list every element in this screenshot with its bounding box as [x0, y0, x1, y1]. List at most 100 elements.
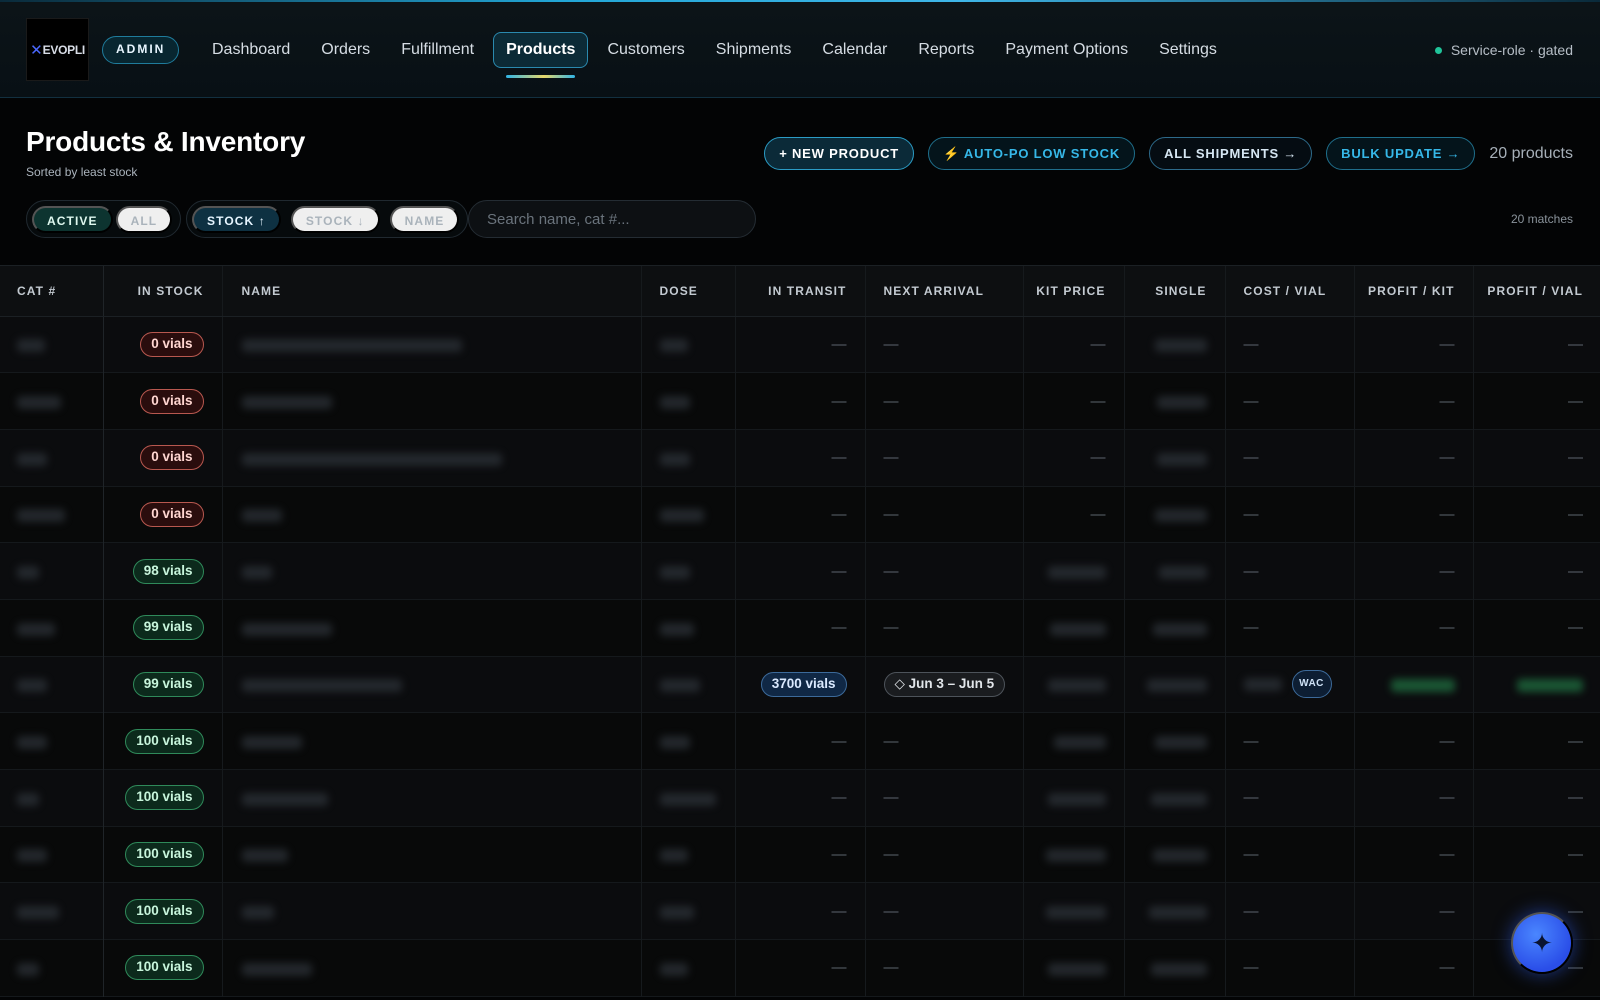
- column-header-cat[interactable]: CAT #: [0, 266, 104, 317]
- in-transit-cell: —: [735, 372, 866, 430]
- nav-item-shipments[interactable]: Shipments: [704, 32, 804, 68]
- table-row[interactable]: 98 vials — — — — —: [0, 542, 1600, 600]
- product-name-redacted: [241, 735, 302, 749]
- nav-item-products[interactable]: Products: [493, 32, 589, 78]
- profit-per-vial-empty: —: [1568, 335, 1583, 353]
- table-row[interactable]: 0 vials — — — — — —: [0, 372, 1600, 430]
- nav-item-orders[interactable]: Orders: [309, 32, 382, 68]
- cat-number-cell: [0, 712, 104, 770]
- profit-per-vial-cell: —: [1473, 770, 1600, 827]
- nav-item-payment-options[interactable]: Payment Options: [993, 32, 1140, 68]
- name-cell: [222, 712, 642, 770]
- product-name-redacted: [241, 509, 282, 523]
- single-price-redacted: [1148, 906, 1207, 920]
- product-count: 20 products: [1489, 144, 1573, 162]
- column-header-profit-per-kit[interactable]: PROFIT / KIT: [1354, 266, 1474, 317]
- sort-stock-asc-button[interactable]: STOCK ↑: [192, 205, 281, 233]
- assistant-fab-button[interactable]: ✦: [1511, 912, 1573, 974]
- table-row[interactable]: 100 vials — — — — —: [0, 769, 1600, 827]
- nav-item-fulfillment[interactable]: Fulfillment: [389, 32, 486, 68]
- main-nav: Dashboard Orders Fulfillment Products Cu…: [200, 32, 1236, 78]
- profit-per-kit-empty: —: [1439, 902, 1455, 920]
- table-row[interactable]: 100 vials — — — — —: [0, 712, 1600, 770]
- next-arrival-empty: —: [883, 562, 899, 580]
- nav-item-customers[interactable]: Customers: [595, 32, 696, 68]
- page-subtitle: Sorted by least stock: [26, 165, 138, 179]
- column-header-in-transit[interactable]: IN TRANSIT: [735, 266, 866, 317]
- wac-badge[interactable]: WAC: [1291, 670, 1332, 699]
- filter-active-button[interactable]: ACTIVE: [32, 205, 113, 233]
- cost-per-vial-empty: —: [1243, 619, 1259, 637]
- column-header-cost-per-vial[interactable]: COST / VIAL: [1225, 266, 1355, 317]
- kit-price-cell: [1023, 826, 1125, 883]
- name-cell: [222, 939, 642, 997]
- table-row[interactable]: 99 vials 3700 vials ◇ Jun 3 – Jun 5 WAC: [0, 656, 1600, 713]
- profit-per-kit-empty: —: [1439, 846, 1455, 864]
- table-row[interactable]: 0 vials — — — — — —: [0, 316, 1600, 373]
- next-arrival-empty: —: [883, 789, 899, 807]
- column-header-single[interactable]: SINGLE: [1124, 266, 1226, 317]
- in-stock-cell: 99 vials: [103, 599, 223, 657]
- kit-price-cell: [1023, 769, 1125, 827]
- search-input[interactable]: [468, 200, 756, 238]
- kit-price-cell: [1023, 939, 1125, 997]
- product-name-redacted: [241, 679, 402, 693]
- stock-badge: 0 vials: [140, 331, 204, 357]
- stock-badge: 0 vials: [140, 445, 204, 471]
- dose-redacted: [659, 452, 690, 466]
- table-row[interactable]: 99 vials — — — — —: [0, 599, 1600, 657]
- single-price-redacted: [1158, 565, 1207, 579]
- cost-per-vial-cell: WAC: [1225, 656, 1355, 713]
- column-header-in-stock[interactable]: IN STOCK: [103, 266, 223, 317]
- table-row[interactable]: 100 vials — — — — —: [0, 882, 1600, 940]
- profit-per-kit-cell: —: [1354, 882, 1474, 940]
- dose-redacted: [659, 565, 690, 579]
- dose-redacted: [659, 792, 716, 806]
- column-header-name[interactable]: NAME: [222, 266, 642, 317]
- sort-stock-desc-button[interactable]: STOCK ↓: [290, 205, 380, 233]
- kit-price-redacted: [1049, 622, 1106, 636]
- cost-per-vial-empty: —: [1243, 959, 1259, 977]
- cost-per-vial-cell: —: [1225, 542, 1355, 600]
- profit-per-kit-cell: —: [1354, 826, 1474, 883]
- nav-item-settings[interactable]: Settings: [1147, 32, 1229, 68]
- kit-price-cell: [1023, 656, 1125, 713]
- stock-badge: 99 vials: [132, 615, 204, 641]
- auto-po-low-stock-button[interactable]: ⚡ AUTO-PO LOW STOCK: [928, 137, 1136, 170]
- new-product-button[interactable]: + NEW PRODUCT: [764, 137, 915, 170]
- filter-all-button[interactable]: ALL: [115, 205, 173, 233]
- table-row[interactable]: 0 vials — — — — — —: [0, 486, 1600, 543]
- sort-name-button[interactable]: NAME: [389, 205, 460, 233]
- logo-mark-icon: ✕: [30, 41, 43, 59]
- profit-per-vial-empty: —: [1568, 732, 1583, 750]
- table-row[interactable]: 100 vials — — — — —: [0, 939, 1600, 997]
- cat-number-cell: [0, 599, 104, 657]
- cat-number-redacted: [17, 509, 65, 523]
- single-price-redacted: [1152, 849, 1207, 863]
- column-header-dose[interactable]: DOSE: [641, 266, 736, 317]
- single-price-redacted: [1154, 735, 1207, 749]
- profit-per-vial-cell: —: [1473, 599, 1600, 656]
- product-name-redacted: [241, 849, 288, 863]
- in-transit-cell: —: [735, 882, 866, 940]
- all-shipments-button[interactable]: ALL SHIPMENTS →: [1149, 137, 1313, 170]
- name-cell: [222, 542, 642, 600]
- column-header-next-arrival[interactable]: NEXT ARRIVAL: [865, 266, 1024, 317]
- next-arrival-cell: —: [865, 542, 1024, 600]
- column-header-kit-price[interactable]: KIT PRICE: [1023, 266, 1125, 317]
- nav-item-reports[interactable]: Reports: [906, 32, 986, 68]
- table-row[interactable]: 0 vials — — — — — —: [0, 429, 1600, 487]
- nav-item-dashboard[interactable]: Dashboard: [200, 32, 302, 68]
- kit-price-redacted: [1047, 679, 1106, 693]
- brand-logo[interactable]: ✕ EVOPLI: [26, 18, 89, 81]
- cost-per-vial-empty: —: [1243, 732, 1259, 750]
- column-header-profit-per-vial[interactable]: PROFIT / VIAL: [1473, 266, 1600, 317]
- profit-per-vial-redacted: [1517, 679, 1583, 693]
- nav-item-calendar[interactable]: Calendar: [810, 32, 899, 68]
- profit-per-vial-empty: —: [1568, 959, 1583, 977]
- bulk-update-button[interactable]: BULK UPDATE →: [1326, 137, 1476, 170]
- profit-per-kit-cell: —: [1354, 486, 1474, 543]
- table-row[interactable]: 100 vials — — — — —: [0, 826, 1600, 883]
- kit-price-empty: —: [1090, 505, 1106, 523]
- name-cell: [222, 486, 642, 543]
